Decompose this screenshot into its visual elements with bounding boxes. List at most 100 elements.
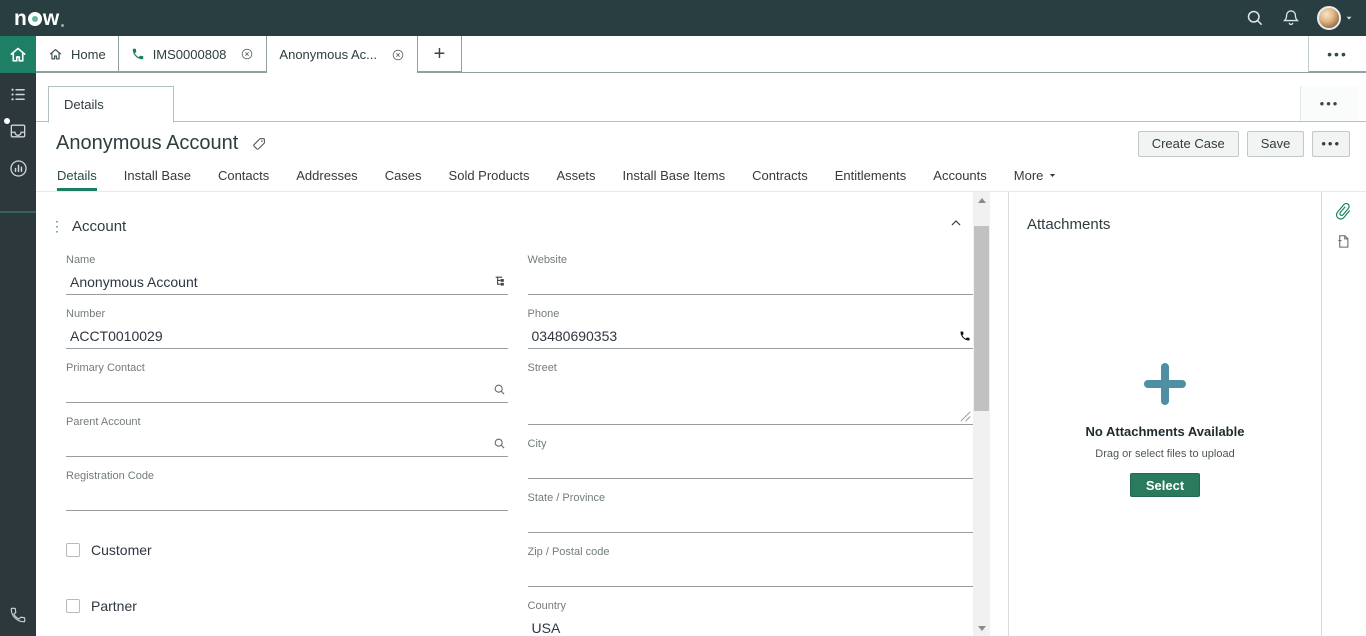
field-label: Name (66, 254, 508, 269)
phone-icon[interactable] (959, 330, 971, 342)
user-menu[interactable] (1317, 6, 1354, 30)
primary-contact-lookup[interactable] (66, 377, 508, 403)
partner-checkbox-row[interactable]: Partner (66, 598, 508, 614)
tab-ims0000808[interactable]: IMS0000808 (119, 36, 268, 72)
tab-strip-overflow-button[interactable]: ••• (1308, 36, 1366, 72)
field-primary-contact: Primary Contact (66, 362, 508, 403)
empty-state-subtitle: Drag or select files to upload (1009, 448, 1321, 460)
country-input[interactable]: USA (528, 615, 973, 636)
tab-details[interactable]: Details (57, 168, 97, 191)
tab-more[interactable]: More (1014, 168, 1058, 191)
paperclip-icon[interactable] (1334, 202, 1353, 221)
create-case-button[interactable]: Create Case (1138, 131, 1239, 157)
number-input[interactable]: ACCT0010029 (66, 323, 508, 349)
name-input[interactable]: Anonymous Account (66, 269, 508, 295)
document-icon[interactable] (1336, 234, 1351, 249)
parent-account-lookup[interactable] (66, 431, 508, 457)
field-name: Name Anonymous Account (66, 254, 508, 295)
field-label: Zip / Postal code (528, 546, 973, 561)
record-body: ⋮ Account Name Anonymous Account (36, 192, 1366, 636)
close-icon[interactable] (391, 48, 405, 62)
notifications-bell-icon[interactable] (1281, 8, 1301, 28)
registration-code-input[interactable] (66, 485, 508, 511)
scrollbar-thumb[interactable] (974, 226, 989, 411)
city-input[interactable] (528, 453, 973, 479)
tab-contacts[interactable]: Contacts (218, 168, 269, 191)
rail-home-button[interactable] (0, 36, 36, 73)
field-country: Country USA (528, 600, 973, 636)
search-icon[interactable] (1245, 8, 1265, 28)
field-label: City (528, 438, 973, 453)
logo-o-ring (28, 12, 42, 26)
page-title: Anonymous Account (56, 132, 238, 155)
inbox-tray-icon[interactable] (8, 121, 28, 141)
tab-anonymous-account[interactable]: Anonymous Ac... (267, 36, 418, 73)
close-icon[interactable] (240, 47, 254, 61)
tab-assets[interactable]: Assets (556, 168, 595, 191)
form-scrollbar[interactable] (973, 192, 990, 636)
field-registration-code: Registration Code (66, 470, 508, 511)
tab-addresses[interactable]: Addresses (296, 168, 357, 191)
tab-home[interactable]: Home (36, 36, 119, 72)
tab-accounts[interactable]: Accounts (933, 168, 986, 191)
app-window: nw (0, 0, 1366, 636)
tab-entitlements[interactable]: Entitlements (835, 168, 907, 191)
performance-analytics-icon[interactable] (8, 158, 29, 179)
partner-checkbox[interactable] (66, 599, 80, 613)
drag-handle-icon[interactable]: ⋮ (50, 221, 68, 231)
tab-label: Home (71, 47, 106, 62)
subtab-overflow-button[interactable]: ••• (1300, 86, 1358, 121)
scroll-down-arrow[interactable] (973, 620, 990, 636)
caret-down-icon (1344, 13, 1354, 23)
customer-checkbox-row[interactable]: Customer (66, 542, 508, 558)
home-icon (48, 47, 63, 62)
plus-icon[interactable] (1141, 360, 1189, 408)
save-button[interactable]: Save (1247, 131, 1305, 157)
right-sidebar-strip (1321, 192, 1364, 636)
record-subtab-row: Details ••• (36, 73, 1366, 122)
tab-install-base-items[interactable]: Install Base Items (623, 168, 726, 191)
zip-input[interactable] (528, 561, 973, 587)
search-icon[interactable] (493, 383, 506, 396)
tab-cases[interactable]: Cases (385, 168, 422, 191)
phone-channel-icon[interactable] (0, 606, 36, 624)
checkbox-label: Partner (91, 598, 137, 614)
tab-contracts[interactable]: Contracts (752, 168, 808, 191)
field-number: Number ACCT0010029 (66, 308, 508, 349)
field-label: Parent Account (66, 416, 508, 431)
field-label: State / Province (528, 492, 973, 507)
select-files-button[interactable]: Select (1130, 473, 1200, 497)
tab-label: IMS0000808 (153, 47, 227, 62)
field-label: Primary Contact (66, 362, 508, 377)
search-icon[interactable] (493, 437, 506, 450)
phone-icon (131, 47, 145, 61)
field-parent-account: Parent Account (66, 416, 508, 457)
street-textarea[interactable] (528, 377, 973, 425)
list-menu-icon[interactable] (9, 85, 28, 104)
subtab-details[interactable]: Details (48, 86, 174, 123)
customer-checkbox[interactable] (66, 543, 80, 557)
field-state: State / Province (528, 492, 973, 533)
field-city: City (528, 438, 973, 479)
scroll-up-arrow[interactable] (973, 192, 990, 208)
chevron-up-icon (949, 216, 963, 230)
resize-handle-icon[interactable] (960, 411, 971, 422)
record-overflow-button[interactable]: ••• (1312, 131, 1350, 157)
collapse-section-button[interactable] (949, 216, 963, 230)
field-label: Website (528, 254, 973, 269)
phone-input[interactable]: 03480690353 (528, 323, 973, 349)
tab-install-base[interactable]: Install Base (124, 168, 191, 191)
state-input[interactable] (528, 507, 973, 533)
tab-sold-products[interactable]: Sold Products (449, 168, 530, 191)
rail-divider (0, 211, 36, 213)
left-navigation-rail (0, 36, 36, 636)
user-avatar[interactable] (1317, 6, 1341, 30)
website-input[interactable] (528, 269, 973, 295)
empty-state-title: No Attachments Available (1009, 424, 1321, 439)
hierarchy-icon[interactable] (493, 275, 506, 288)
field-label: Number (66, 308, 508, 323)
new-tab-button[interactable]: + (418, 36, 462, 72)
home-icon (8, 45, 28, 65)
tag-icon[interactable] (251, 136, 267, 152)
field-label: Phone (528, 308, 973, 323)
